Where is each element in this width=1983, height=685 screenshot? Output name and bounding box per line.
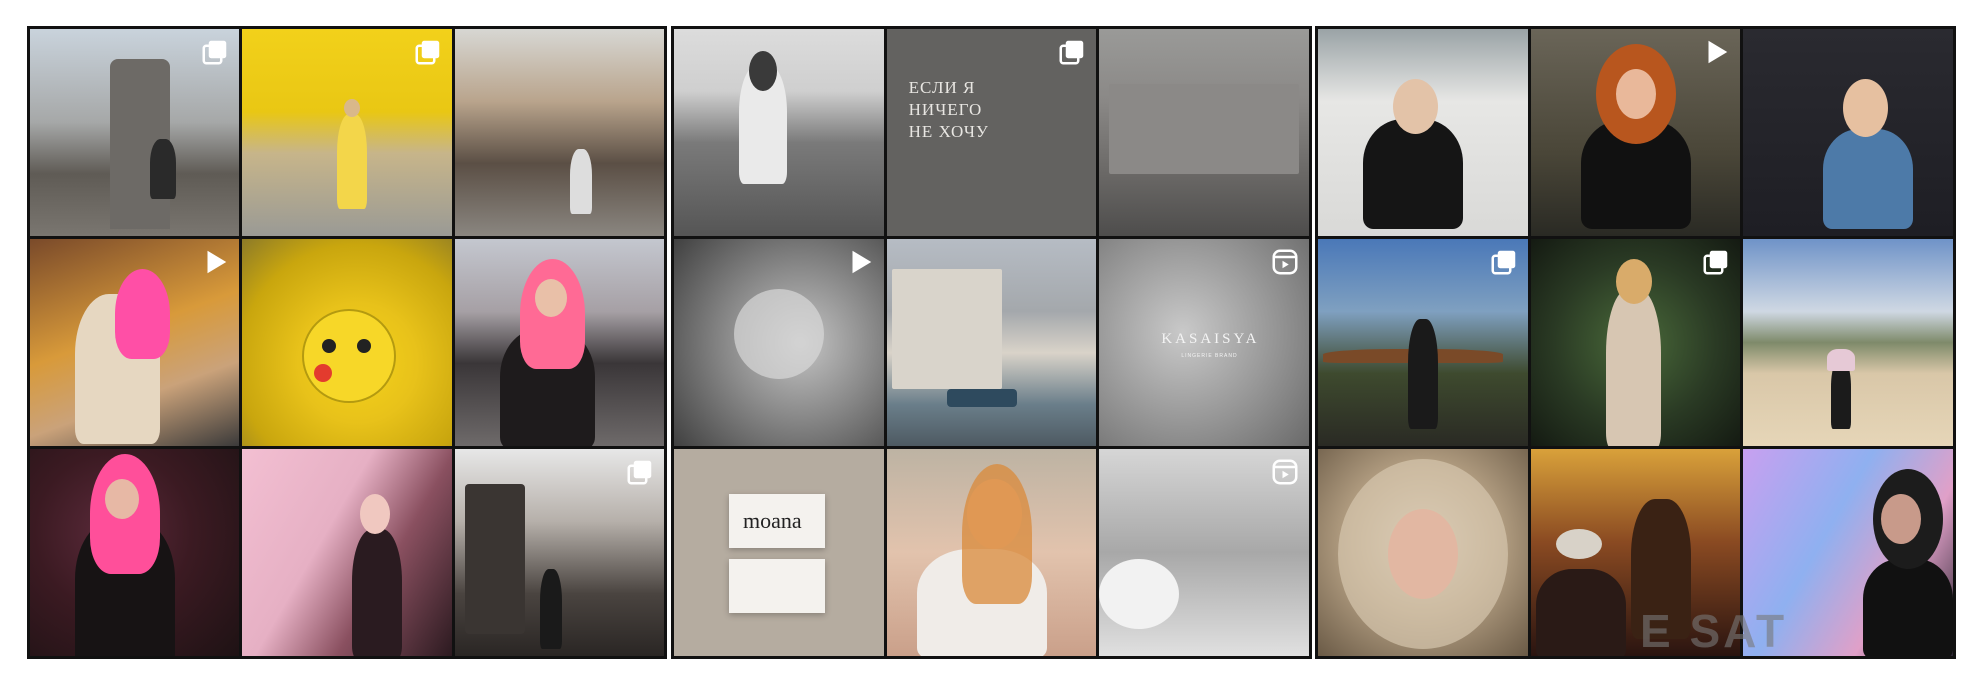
grid-tile[interactable] <box>1099 29 1309 236</box>
brand-caption: KASAISYA <box>1161 331 1260 347</box>
logo-text: moana <box>743 508 802 533</box>
grid-tile[interactable] <box>1099 449 1309 656</box>
grid-tile[interactable] <box>454 449 664 656</box>
watermark-text: E SAT <box>1640 605 1788 657</box>
brand-subcaption: LINGERIE BRAND <box>1181 353 1238 359</box>
grid-tile[interactable] <box>30 29 240 236</box>
multi-post-icon <box>413 37 443 67</box>
grid-tile[interactable] <box>242 29 452 236</box>
business-card <box>729 559 825 613</box>
reel-icon <box>1270 247 1300 277</box>
play-icon <box>845 247 875 277</box>
grid-tile[interactable] <box>674 239 884 446</box>
grid-tile[interactable] <box>30 239 240 446</box>
multi-post-icon <box>1057 37 1087 67</box>
grid-tile[interactable] <box>1530 29 1741 236</box>
multi-post-icon <box>625 457 655 487</box>
grid-tile[interactable] <box>1318 29 1528 236</box>
grid-panel-1 <box>27 26 667 659</box>
logo-card: moana <box>729 494 825 548</box>
quote-caption: ЕСЛИ Я НИЧЕГО НЕ ХОЧУ <box>908 78 989 141</box>
grid-tile[interactable]: ЕСЛИ Я НИЧЕГО НЕ ХОЧУ <box>886 29 1097 236</box>
grid-tile[interactable] <box>242 239 452 446</box>
grid-tile[interactable] <box>886 239 1097 446</box>
grid-tile[interactable] <box>886 449 1097 656</box>
grid-tile[interactable] <box>242 449 452 656</box>
grid-tile[interactable] <box>1743 29 1953 236</box>
grid-tile[interactable] <box>674 29 884 236</box>
grid-tile[interactable] <box>1318 449 1528 656</box>
grid-tile[interactable]: KASAISYA LINGERIE BRAND <box>1099 239 1309 446</box>
grid-tile[interactable] <box>1743 239 1953 446</box>
play-icon <box>200 247 230 277</box>
multi-post-icon <box>1489 247 1519 277</box>
play-icon <box>1701 37 1731 67</box>
grid-panel-3 <box>1315 26 1956 659</box>
grid-tile[interactable] <box>1530 239 1741 446</box>
grid-tile[interactable]: moana <box>674 449 884 656</box>
grid-tile[interactable] <box>30 449 240 656</box>
multi-post-icon <box>200 37 230 67</box>
grid-tile[interactable] <box>1318 239 1528 446</box>
reel-icon <box>1270 457 1300 487</box>
grid-tile[interactable] <box>454 239 664 446</box>
grid-panel-2: ЕСЛИ Я НИЧЕГО НЕ ХОЧУ KASAISYA LINGERIE … <box>671 26 1312 659</box>
grid-tile[interactable] <box>454 29 664 236</box>
multi-post-icon <box>1701 247 1731 277</box>
